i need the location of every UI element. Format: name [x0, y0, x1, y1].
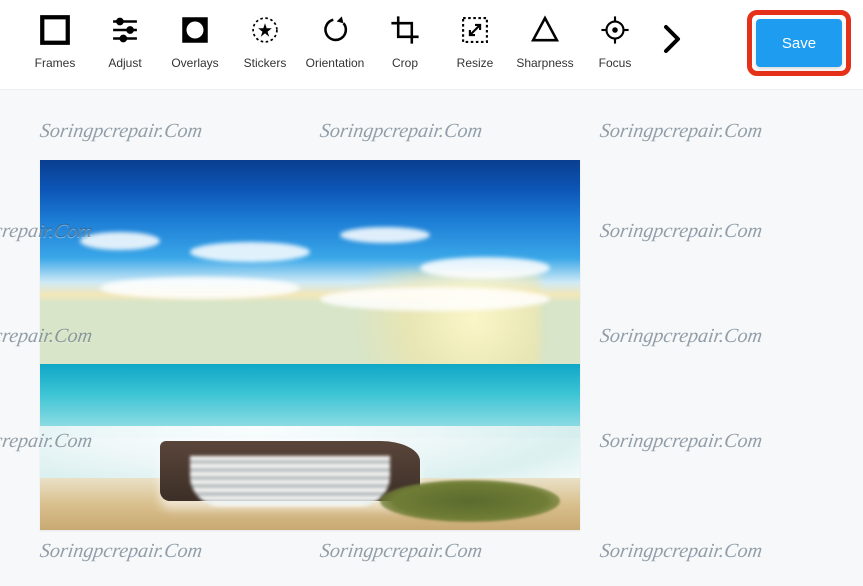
watermark-text: Soringpcrepair.Com: [598, 120, 763, 143]
tool-label: Resize: [457, 56, 494, 70]
tool-frames[interactable]: Frames: [20, 10, 90, 70]
tool-label: Sharpness: [516, 56, 573, 70]
photo-editor-app: Frames Adjust Overlays: [0, 0, 863, 586]
watermark-text: Soringpcrepair.Com: [38, 120, 203, 143]
watermark-text: Soringpcrepair.Com: [318, 540, 483, 563]
stickers-icon: [245, 10, 285, 50]
image-clouds: [40, 222, 580, 332]
tool-label: Stickers: [244, 56, 287, 70]
tool-overlays[interactable]: Overlays: [160, 10, 230, 70]
watermark-text: Soringpcrepair.Com: [598, 220, 763, 243]
tool-label: Overlays: [171, 56, 218, 70]
save-button[interactable]: Save: [756, 19, 842, 67]
tool-resize[interactable]: Resize: [440, 10, 510, 70]
tool-label: Frames: [35, 56, 76, 70]
image-waterfall: [190, 456, 390, 506]
watermark-text: Soringpcrepair.Com: [38, 540, 203, 563]
tool-label: Crop: [392, 56, 418, 70]
frames-icon: [35, 10, 75, 50]
orientation-icon: [315, 10, 355, 50]
crop-icon: [385, 10, 425, 50]
adjust-icon: [105, 10, 145, 50]
toolbar-next-button[interactable]: [654, 10, 690, 72]
tool-label: Focus: [599, 56, 632, 70]
tool-label: Orientation: [306, 56, 365, 70]
watermark-text: Soringpcrepair.Com: [598, 430, 763, 453]
focus-icon: [595, 10, 635, 50]
watermark-text: Soringpcrepair.Com: [598, 325, 763, 348]
tool-stickers[interactable]: Stickers: [230, 10, 300, 70]
tool-orientation[interactable]: Orientation: [300, 10, 370, 70]
chevron-right-icon: [662, 23, 682, 60]
watermark-text: Soringpcrepair.Com: [598, 540, 763, 563]
save-button-highlight: Save: [747, 10, 851, 76]
watermark-text: Soringpcrepair.Com: [318, 120, 483, 143]
edited-image[interactable]: [40, 160, 580, 530]
resize-icon: [455, 10, 495, 50]
sharpness-icon: [525, 10, 565, 50]
tool-focus[interactable]: Focus: [580, 10, 650, 70]
editor-toolbar: Frames Adjust Overlays: [0, 0, 863, 90]
tool-label: Adjust: [108, 56, 141, 70]
tool-sharpness[interactable]: Sharpness: [510, 10, 580, 70]
tool-adjust[interactable]: Adjust: [90, 10, 160, 70]
canvas-area: Soringpcrepair.Com Soringpcrepair.Com So…: [0, 90, 863, 586]
tool-crop[interactable]: Crop: [370, 10, 440, 70]
image-moss: [380, 480, 560, 522]
overlays-icon: [175, 10, 215, 50]
